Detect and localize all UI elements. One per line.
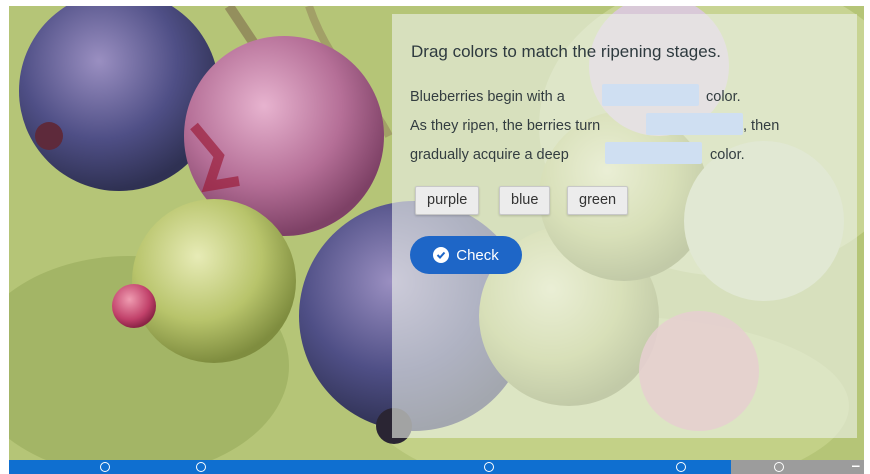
check-button[interactable]: Check [410,236,522,274]
line3-before: gradually acquire a deep [410,147,569,163]
progress-remaining: ➖︎ [731,460,864,474]
line2-before: As they ripen, the berries turn [410,118,601,134]
line1-after: color. [706,89,741,105]
screen: Drag colors to match the ripening stages… [0,0,870,474]
progress-bar: ➖︎ [9,460,864,474]
progress-dot-5[interactable] [774,462,784,472]
drop-zone-3[interactable] [605,142,702,164]
progress-dot-1[interactable] [100,462,110,472]
line2-after: , then [743,118,780,134]
option-chip-purple[interactable]: purple [415,186,480,215]
question-title: Drag colors to match the ripening stages… [411,42,721,61]
progress-dot-2[interactable] [196,462,206,472]
expand-icon[interactable]: ➖︎ [852,460,860,474]
question-panel: Drag colors to match the ripening stages… [392,14,857,438]
check-circle-icon [433,247,450,263]
drop-zone-2[interactable] [646,113,743,135]
check-button-label: Check [456,246,499,264]
sentence-line-2: As they ripen, the berries turn , then [410,118,779,134]
slide: Drag colors to match the ripening stages… [9,6,864,460]
option-chip-green[interactable]: green [567,186,629,215]
progress-dot-3[interactable] [484,462,494,472]
line1-before: Blueberries begin with a [410,89,565,105]
sentence-line-3: gradually acquire a deep color. [410,147,745,163]
progress-dot-4[interactable] [676,462,686,472]
sentence-line-1: Blueberries begin with a color. [410,89,741,105]
line3-after: color. [710,147,745,163]
option-chip-blue[interactable]: blue [499,186,551,215]
drop-zone-1[interactable] [602,84,699,106]
